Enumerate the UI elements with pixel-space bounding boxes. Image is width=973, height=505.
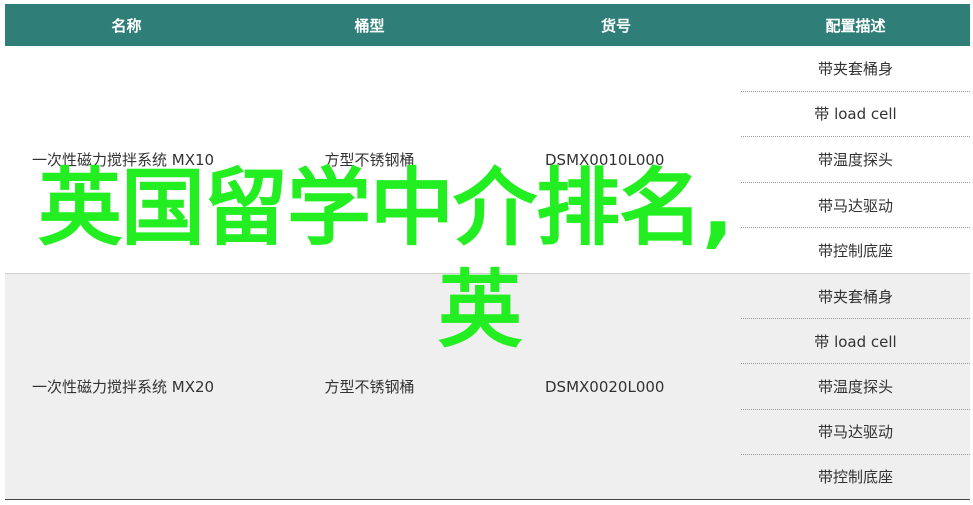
header-name: 名称	[111, 16, 142, 35]
product-sku: DSMX0010L000	[545, 150, 665, 169]
product-sku: DSMX0020L000	[545, 377, 665, 396]
config-item: 带马达驱动	[741, 183, 970, 229]
product-type: 方型不锈钢桶	[324, 151, 415, 169]
product-table: 名称 桶型 货号 配置描述 一次性磁力搅拌系统 MX10 方型不锈钢桶 DSMX…	[5, 4, 970, 500]
config-list: 带夹套桶身 带 load cell 带温度探头 带马达驱动 带控制底座	[741, 46, 970, 273]
header-config: 配置描述	[825, 16, 886, 35]
table-header: 名称 桶型 货号 配置描述	[5, 4, 970, 46]
product-name: 一次性磁力搅拌系统 MX20	[32, 378, 215, 396]
config-item: 带 load cell	[741, 319, 970, 365]
config-item: 带温度探头	[741, 364, 970, 410]
config-item: 带夹套桶身	[741, 46, 970, 92]
config-item: 带夹套桶身	[741, 274, 970, 320]
product-name: 一次性磁力搅拌系统 MX10	[32, 151, 215, 169]
header-sku: 货号	[600, 16, 631, 35]
config-item: 带马达驱动	[741, 410, 970, 455]
table-row: 一次性磁力搅拌系统 MX10 方型不锈钢桶 DSMX0010L000 带夹套桶身…	[5, 46, 970, 273]
product-type: 方型不锈钢桶	[324, 378, 415, 396]
config-list: 带夹套桶身 带 load cell 带温度探头 带马达驱动 带控制底座	[741, 274, 970, 499]
config-item: 带 load cell	[741, 92, 970, 138]
header-type: 桶型	[354, 16, 385, 35]
config-item: 带控制底座	[817, 242, 893, 261]
table-row: 一次性磁力搅拌系统 MX20 方型不锈钢桶 DSMX0020L000 带夹套桶身…	[5, 273, 970, 500]
config-item: 带温度探头	[741, 137, 970, 183]
config-item: 带控制底座	[817, 468, 893, 487]
